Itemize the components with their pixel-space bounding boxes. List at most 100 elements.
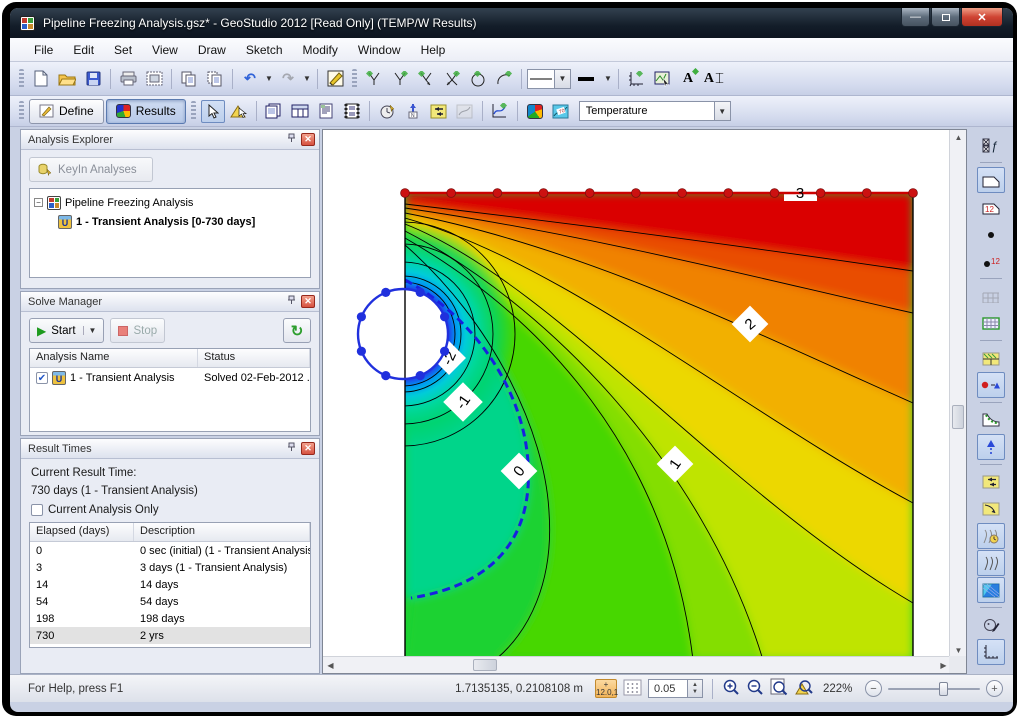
panel-close-icon[interactable]: ✕ [301,133,315,146]
undo-dropdown-icon[interactable]: ▼ [264,67,274,90]
draw-flux-sections-icon[interactable] [453,100,477,123]
menu-modify[interactable]: Modify [293,40,348,60]
undo-icon[interactable]: ↶ [238,67,262,90]
coordinate-display-icon[interactable]: +12.0,1 [595,679,617,698]
analysis-explorer-header[interactable]: Analysis Explorer ✕ [21,130,319,150]
draw-vectors-icon[interactable] [427,100,451,123]
sketch-axes-icon[interactable] [624,67,648,90]
horizontal-scroll-thumb[interactable] [473,659,497,671]
col-description[interactable]: Description [134,523,310,541]
draw-regions-icon[interactable] [362,67,386,90]
view-grid-icon[interactable] [977,310,1005,336]
view-flux-paths-icon[interactable] [977,496,1005,522]
result-time-row[interactable]: 1414 days [30,576,310,593]
view-field-select[interactable]: Temperature ▼ [579,101,731,121]
zoom-slider-handle[interactable] [939,682,948,696]
col-analysis-name[interactable]: Analysis Name [30,349,198,367]
col-elapsed[interactable]: Elapsed (days) [30,523,134,541]
view-region-numbers-icon[interactable]: 12 [977,194,1005,220]
vertical-scrollbar[interactable]: ▲ ▼ [949,130,966,658]
redo-icon[interactable]: ↷ [276,67,300,90]
new-file-icon[interactable] [29,67,53,90]
menu-draw[interactable]: Draw [188,40,236,60]
view-contour-shading-icon[interactable] [977,577,1005,603]
scroll-up-icon[interactable]: ▲ [951,130,966,145]
probe-values-icon[interactable]: N [401,100,425,123]
keyin-analyses-button[interactable]: KeyIn Analyses [29,157,153,182]
tree-item-analysis[interactable]: U 1 - Transient Analysis [0-730 days] [32,212,308,231]
toolbar-grip[interactable] [19,101,24,121]
draw-graph-icon[interactable] [488,100,512,123]
print-icon[interactable] [116,67,140,90]
copy-icon[interactable] [177,67,201,90]
apply-styles-icon[interactable] [323,67,347,90]
toolbar-grip[interactable] [352,69,357,89]
result-time-row[interactable]: 5454 days [30,593,310,610]
draw-points-icon[interactable] [414,67,438,90]
view-sketch-icon[interactable] [977,612,1005,638]
restore-button[interactable] [931,8,960,27]
result-time-row[interactable]: 33 days (1 - Transient Analysis) [30,559,310,576]
tree-collapse-icon[interactable]: − [34,198,43,207]
view-surface-layers-icon[interactable] [977,345,1005,371]
drawing-canvas[interactable]: 2 1 0 -1 -2 [322,129,967,674]
pin-icon[interactable] [287,442,296,455]
select-tool-icon[interactable] [201,100,225,123]
view-material-functions-icon[interactable]: ƒ [977,132,1005,158]
result-time-row-selected[interactable]: 7302 yrs [30,627,310,644]
toolbar-grip[interactable] [191,101,196,121]
view-axes-icon[interactable] [977,639,1005,665]
draw-lines-icon[interactable] [388,67,412,90]
result-times-header[interactable]: Result Times ✕ [21,439,319,459]
stop-button[interactable]: Stop [110,318,165,343]
spinner-arrows-icon[interactable]: ▲▼ [688,679,703,698]
results-mode-button[interactable]: Results [106,99,186,124]
col-status[interactable]: Status [198,349,310,367]
vertical-scroll-thumb[interactable] [952,405,964,429]
panel-close-icon[interactable]: ✕ [301,442,315,455]
view-isolines-icon[interactable] [977,550,1005,576]
line-weight-dropdown-icon[interactable]: ▼ [603,67,613,90]
modify-objects-icon[interactable] [650,67,674,90]
minimize-button[interactable]: — [901,8,930,27]
line-style-dropdown-icon[interactable]: ▼ [554,70,570,88]
menu-window[interactable]: Window [348,40,411,60]
result-time-row[interactable]: 198198 days [30,610,310,627]
menu-help[interactable]: Help [411,40,456,60]
refresh-button[interactable]: ↻ [283,318,311,343]
line-weight-icon[interactable] [573,67,601,90]
pin-icon[interactable] [287,295,296,308]
menu-file[interactable]: File [24,40,63,60]
contour-labels-icon[interactable]: 70 [549,100,573,123]
view-field-dropdown-icon[interactable]: ▼ [714,102,730,120]
define-mode-button[interactable]: Define [29,99,104,124]
view-slip-surface-icon[interactable] [977,407,1005,433]
print-preview-icon[interactable] [142,67,166,90]
draw-circle-icon[interactable] [466,67,490,90]
grid-snap-icon[interactable] [623,679,642,699]
zoom-in-icon[interactable] [722,678,740,699]
open-file-icon[interactable] [55,67,79,90]
menu-view[interactable]: View [142,40,188,60]
zoom-objects-icon[interactable] [794,678,813,699]
grid-spacing-spinner[interactable]: 0.05 ▲▼ [648,679,703,698]
paste-picture-icon[interactable] [203,67,227,90]
animation-icon[interactable] [340,100,364,123]
copy-picture-icon[interactable] [262,100,286,123]
solve-manager-header[interactable]: Solve Manager ✕ [21,292,319,312]
save-icon[interactable] [81,67,105,90]
current-analysis-only-checkbox[interactable] [31,504,43,516]
zoom-slider[interactable] [888,680,980,698]
view-isolines-time-icon[interactable] [977,523,1005,549]
line-style-select[interactable]: ▼ [527,69,571,89]
zoom-page-icon[interactable] [770,678,788,699]
scroll-left-icon[interactable]: ◀ [323,658,338,673]
start-button[interactable]: ▶ Start ▼ [29,318,104,343]
analysis-checkbox[interactable]: ✔ [36,372,48,384]
zoom-slider-plus-icon[interactable]: + [986,680,1003,697]
select-window-icon[interactable] [227,100,251,123]
view-report-icon[interactable] [314,100,338,123]
view-flux-vectors-icon[interactable] [977,434,1005,460]
result-time-row[interactable]: 00 sec (initial) (1 - Transient Analysis… [30,542,310,559]
draw-graph-time-icon[interactable] [375,100,399,123]
